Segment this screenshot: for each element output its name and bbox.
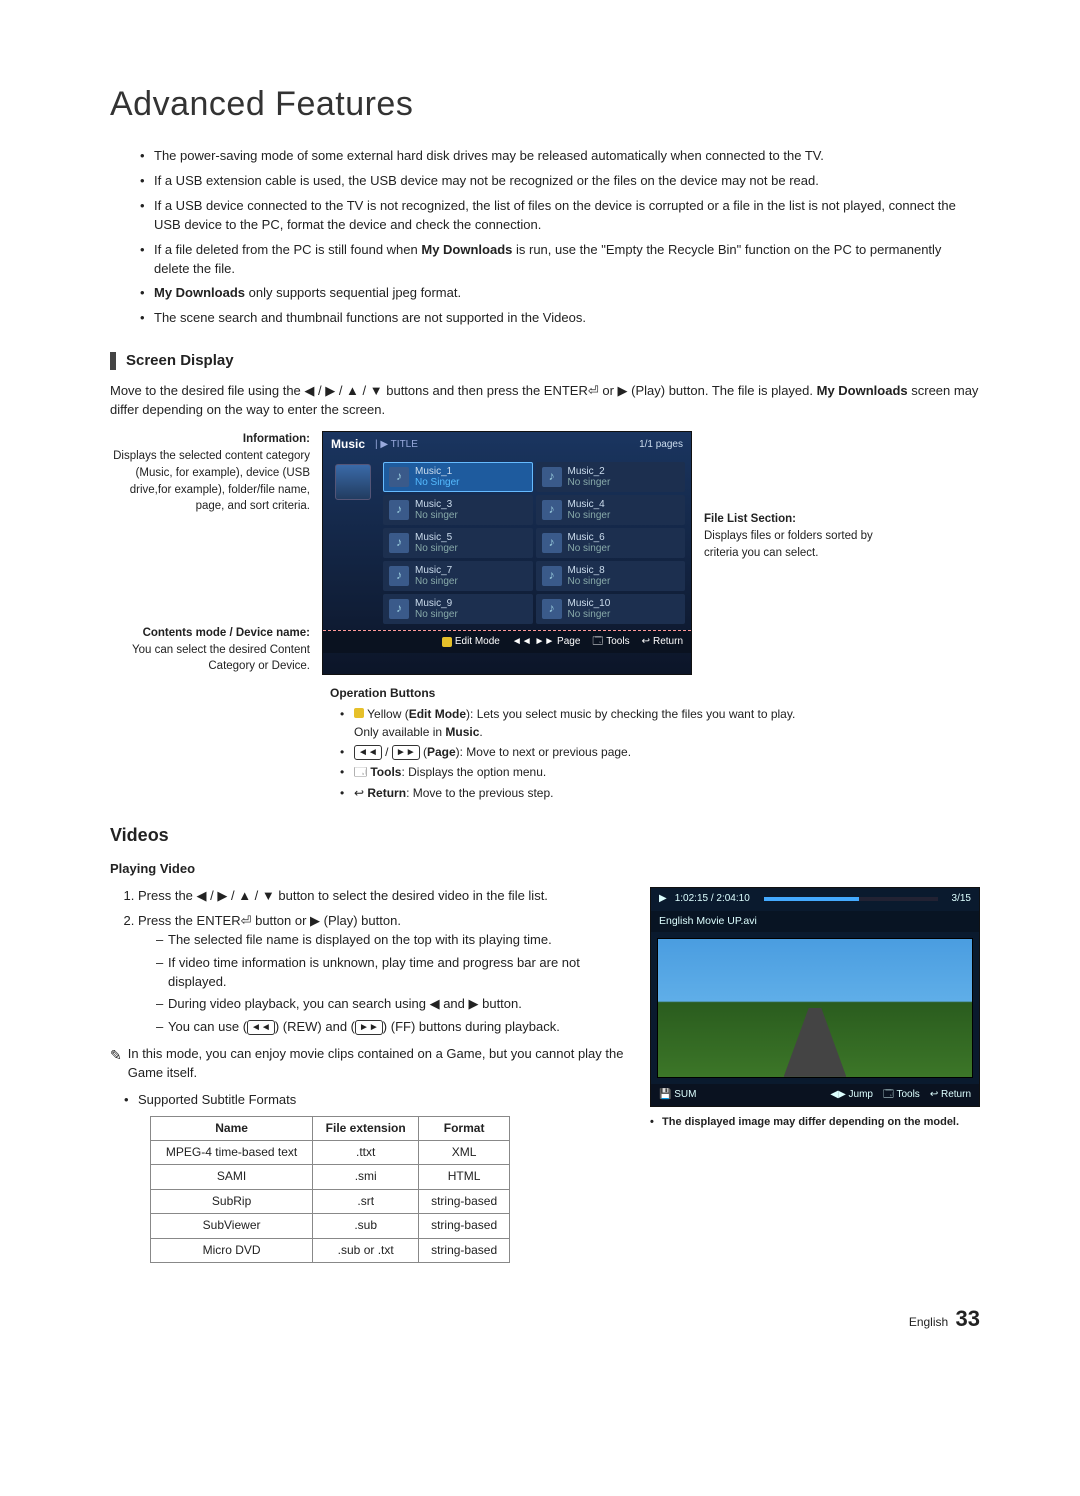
music-note-icon: ♪ [389,533,409,553]
list-item[interactable]: ♪Music_6No singer [536,528,686,558]
video-player-mock: ▶ 1:02:15 / 2:04:10 3/15 English Movie U… [650,887,980,1107]
operation-buttons: Operation Buttons Yellow (Edit Mode): Le… [330,685,820,802]
callout-right: File List Section: Displays files or fol… [704,431,884,674]
music-note-icon: ♪ [542,533,562,553]
music-note-icon: ♪ [542,467,562,487]
music-note-icon: ♪ [542,599,562,619]
list-item[interactable]: ♪Music_8No singer [536,561,686,591]
game-note: ✎ In this mode, you can enjoy movie clip… [110,1045,630,1083]
music-note-icon: ♪ [542,566,562,586]
playing-steps: Press the ◀ / ▶ / ▲ / ▼ button to select… [110,887,630,1037]
list-item[interactable]: ♪Music_4No singer [536,495,686,525]
video-thumbnail [657,938,973,1078]
progress-bar[interactable] [764,897,938,901]
screen-intro: Move to the desired file using the ◀ / ▶… [110,382,980,420]
tv-footer: Edit Mode ◄◄ ►► Page 🗔 Tools ↩ Return [323,630,691,654]
list-item[interactable]: ♪Music_9No singer [383,594,533,624]
list-item[interactable]: ♪Music_7No singer [383,561,533,591]
screen-display-heading: Screen Display [110,350,980,372]
usb-notes-list: The power-saving mode of some external h… [110,147,980,328]
page-footer: English 33 [110,1303,980,1335]
file-list[interactable]: ♪Music_1No Singer♪Music_2No singer♪Music… [383,458,691,630]
music-note-icon: ♪ [389,500,409,520]
tv-screen-mock: Music | ▶ TITLE 1/1 pages ♪Music_1No Sin… [322,431,692,674]
playing-video-heading: Playing Video [110,860,980,879]
list-item[interactable]: ♪Music_2No singer [536,462,686,492]
subtitle-formats-table: NameFile extensionFormat MPEG-4 time-bas… [150,1116,510,1263]
callout-left: Information: Displays the selected conte… [110,431,310,674]
videos-heading: Videos [110,822,980,848]
page-title: Advanced Features [110,80,980,129]
play-icon[interactable]: ▶ [659,892,667,907]
list-item[interactable]: ♪Music_5No singer [383,528,533,558]
music-note-icon: ♪ [389,467,409,487]
music-note-icon: ♪ [389,566,409,586]
list-item[interactable]: ♪Music_10No singer [536,594,686,624]
device-icon[interactable] [335,464,371,500]
music-note-icon: ♪ [542,500,562,520]
tv-title: Music [331,436,365,453]
image-note: The displayed image may differ depending… [650,1115,980,1131]
music-note-icon: ♪ [389,599,409,619]
list-item[interactable]: ♪Music_1No Singer [383,462,533,492]
list-item[interactable]: ♪Music_3No singer [383,495,533,525]
